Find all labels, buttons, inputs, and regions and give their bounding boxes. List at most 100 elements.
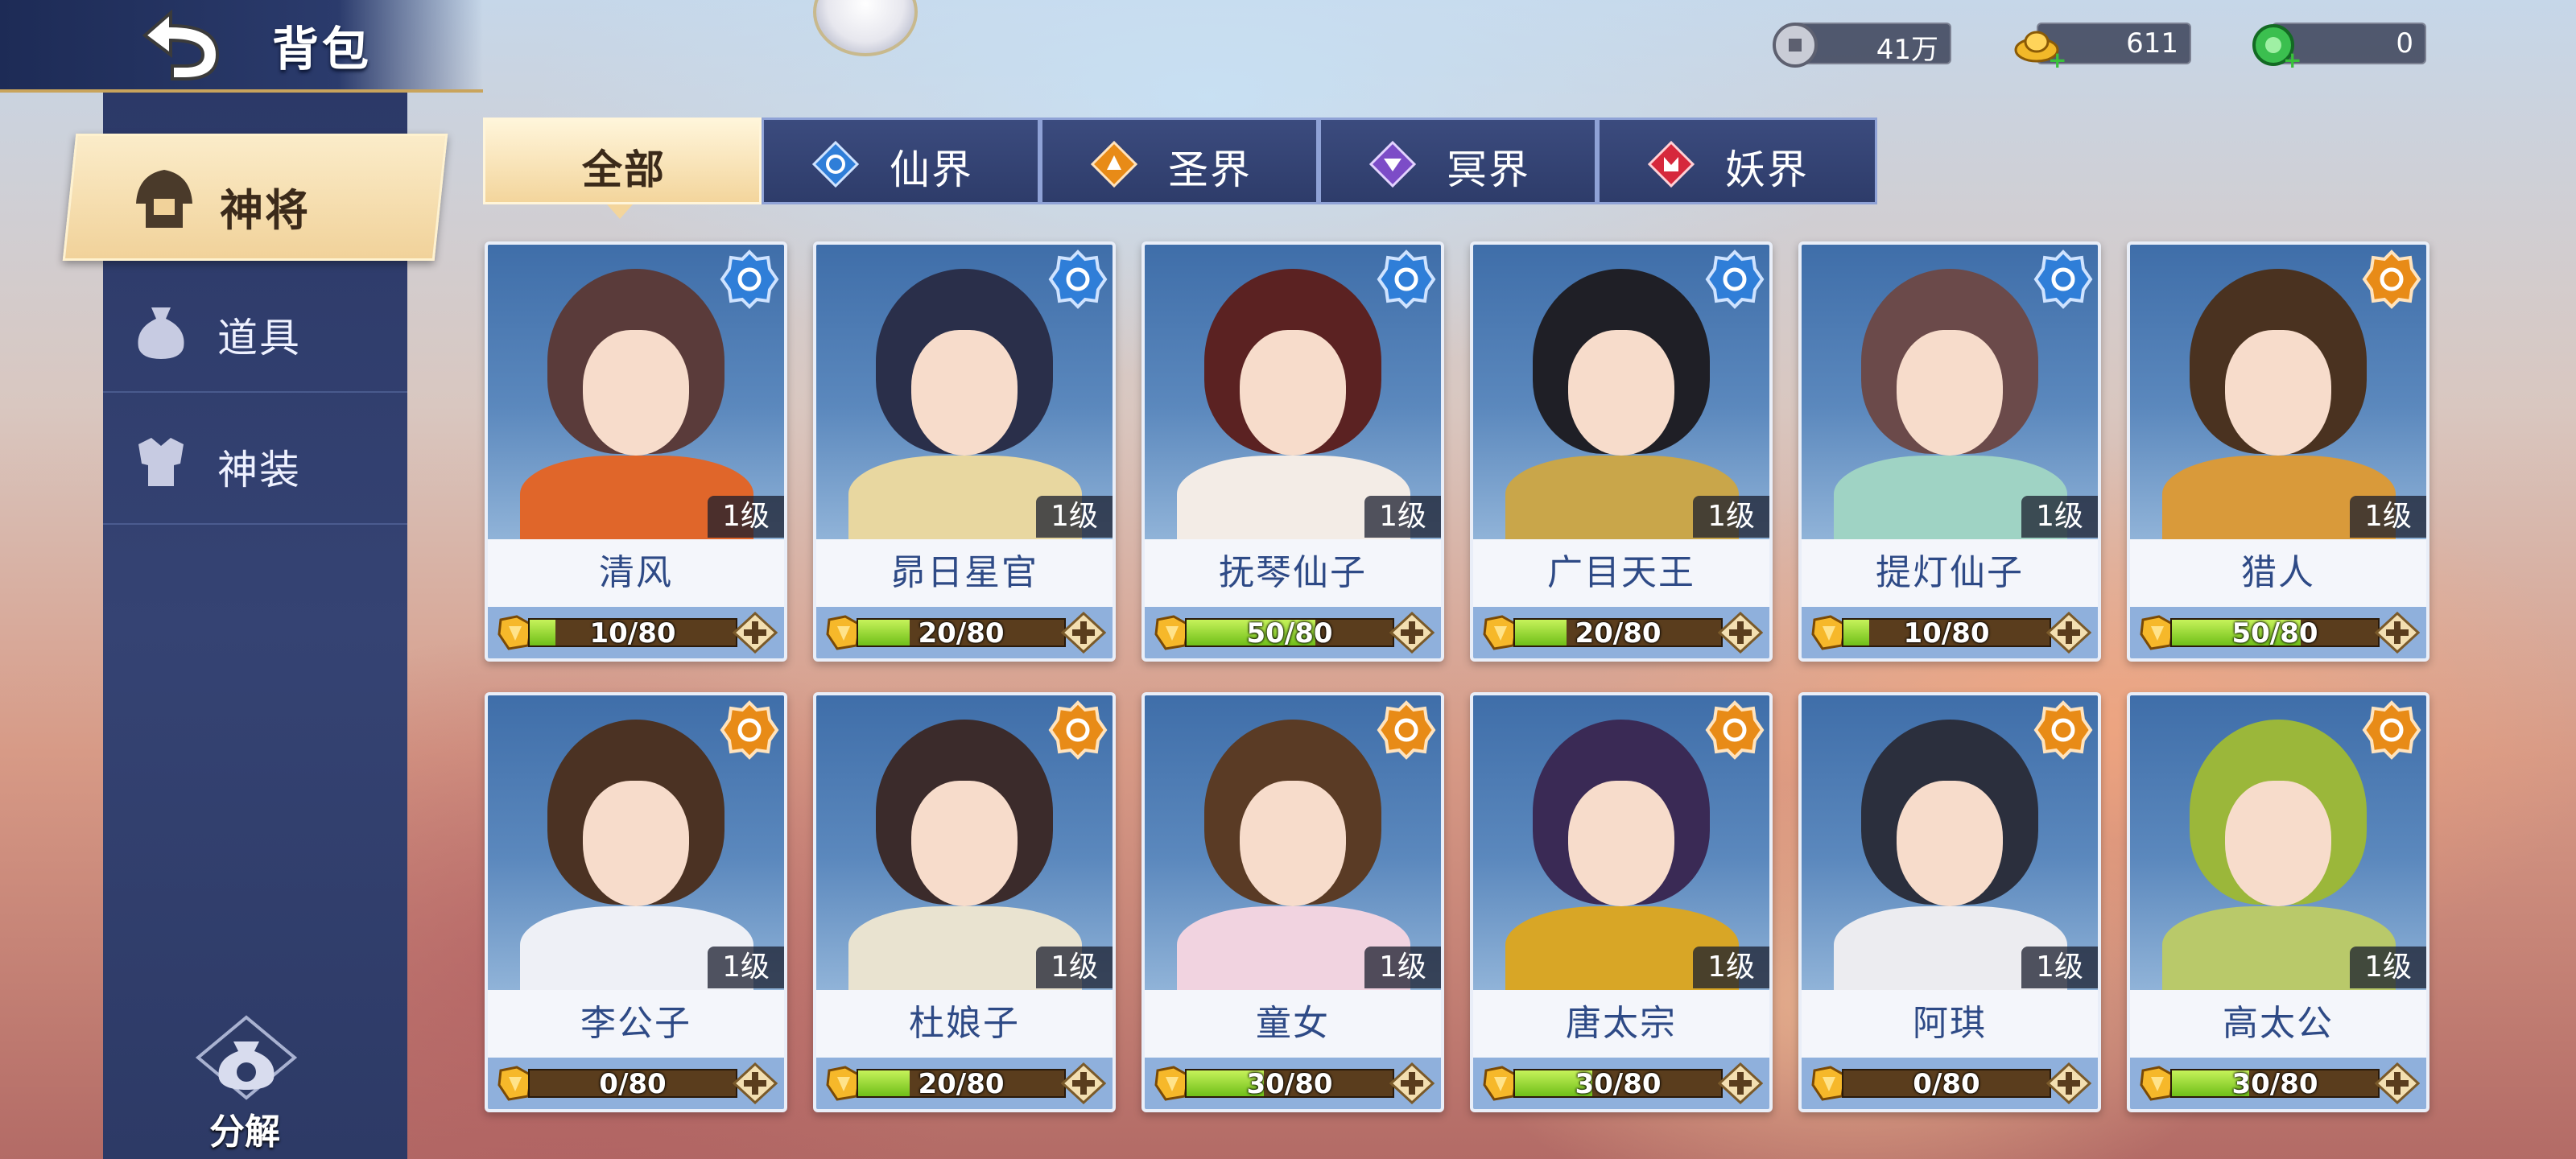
silver-coin-icon [1773, 23, 1818, 68]
shard-progress-row: 30/80 [2130, 1058, 2426, 1109]
svg-text:+: + [2048, 47, 2066, 72]
sidebar-item-armor[interactable]: 神装 [103, 398, 407, 525]
general-portrait: 1级 [488, 245, 784, 552]
tab-label: 妖界 [1725, 146, 1809, 193]
sidebar-item-generals[interactable]: 神将 [62, 134, 448, 261]
general-card[interactable]: 1级 提灯仙子 10/80 [1798, 241, 2101, 662]
shard-progress-row: 20/80 [816, 1058, 1113, 1109]
general-name: 抚琴仙子 [1145, 539, 1441, 607]
level-badge: 1级 [1364, 496, 1441, 538]
general-card[interactable]: 1级 抚琴仙子 50/80 [1141, 241, 1444, 662]
level-badge: 1级 [2350, 496, 2426, 538]
portrait-face [583, 330, 689, 456]
general-portrait: 1级 [816, 695, 1113, 1003]
back-arrow-icon[interactable] [129, 5, 233, 85]
currency-jade[interactable]: + 0 [2252, 23, 2426, 72]
shard-progress-bar: 10/80 [528, 617, 737, 650]
add-shard-plus-icon[interactable] [733, 1062, 778, 1104]
xian-faction-icon [2033, 250, 2093, 309]
xian-realm-icon [812, 141, 859, 188]
shard-progress-row: 50/80 [2130, 607, 2426, 658]
shard-progress-text: 50/80 [1246, 617, 1333, 650]
general-card[interactable]: 1级 昴日星官 20/80 [813, 241, 1116, 662]
general-name: 李公子 [488, 990, 784, 1058]
sheng-faction-icon [1048, 700, 1108, 760]
add-shard-plus-icon[interactable] [1061, 612, 1106, 654]
general-card[interactable]: 1级 李公子 0/80 [485, 692, 787, 1112]
shard-progress-text: 30/80 [1246, 1068, 1333, 1100]
add-shard-plus-icon[interactable] [1718, 1062, 1763, 1104]
portrait-face [1897, 781, 2003, 906]
decompose-button[interactable]: 分解 [182, 1014, 311, 1153]
ming-realm-icon [1369, 141, 1416, 188]
jade-dragon-icon: + [2252, 24, 2301, 72]
general-card[interactable]: 1级 杜娘子 20/80 [813, 692, 1116, 1112]
sidebar-item-label: 道具 [217, 315, 301, 361]
general-name: 提灯仙子 [1802, 539, 2098, 607]
yao-realm-icon [1648, 141, 1695, 188]
general-helmet-icon [136, 170, 192, 228]
tab-ming[interactable]: 冥界 [1319, 118, 1597, 204]
add-shard-plus-icon[interactable] [1061, 1062, 1106, 1104]
add-shard-plus-icon[interactable] [1718, 612, 1763, 654]
sheng-faction-icon [720, 700, 779, 760]
xian-faction-icon [1048, 250, 1108, 309]
sheng-faction-icon [1377, 700, 1436, 760]
shard-progress-text: 10/80 [589, 617, 676, 650]
tab-sheng[interactable]: 圣界 [1040, 118, 1319, 204]
shard-progress-text: 20/80 [1575, 617, 1662, 650]
shard-progress-text: 0/80 [1913, 1068, 1980, 1100]
tab-all[interactable]: 全部 [483, 118, 762, 204]
add-shard-plus-icon[interactable] [1389, 1062, 1435, 1104]
shard-progress-bar: 0/80 [528, 1068, 737, 1100]
level-badge: 1级 [2021, 496, 2098, 538]
currency-gold-value: 611 [2126, 27, 2178, 60]
general-card[interactable]: 1级 广目天王 20/80 [1470, 241, 1773, 662]
xian-faction-icon [1705, 250, 1765, 309]
currency-gold[interactable]: + 611 [2014, 23, 2191, 72]
shard-progress-bar: 30/80 [2170, 1068, 2380, 1100]
portrait-face [2225, 330, 2331, 456]
level-badge: 1级 [1036, 947, 1113, 988]
currency-jade-value: 0 [2396, 27, 2413, 60]
general-card[interactable]: 1级 唐太宗 30/80 [1470, 692, 1773, 1112]
sheng-faction-icon [2033, 700, 2093, 760]
level-badge: 1级 [708, 947, 784, 988]
sidebar-item-label: 神装 [217, 447, 301, 493]
general-portrait: 1级 [488, 695, 784, 1003]
shard-progress-bar: 30/80 [1185, 1068, 1394, 1100]
tab-label: 圣界 [1168, 146, 1252, 193]
general-name: 昴日星官 [816, 539, 1113, 607]
general-name: 唐太宗 [1473, 990, 1769, 1058]
add-shard-plus-icon[interactable] [2046, 1062, 2091, 1104]
shard-progress-bar: 20/80 [1513, 617, 1723, 650]
armor-icon [138, 438, 184, 486]
add-shard-plus-icon[interactable] [733, 612, 778, 654]
shard-progress-bar: 50/80 [1185, 617, 1394, 650]
add-shard-plus-icon[interactable] [1389, 612, 1435, 654]
shard-progress-bar: 50/80 [2170, 617, 2380, 650]
general-card[interactable]: 1级 猎人 50/80 [2127, 241, 2429, 662]
general-card[interactable]: 1级 清风 10/80 [485, 241, 787, 662]
general-card[interactable]: 1级 阿琪 0/80 [1798, 692, 2101, 1112]
tab-yao[interactable]: 妖界 [1597, 118, 1877, 204]
faction-tabs: 全部 仙界 圣界 冥界 妖界 [483, 118, 1877, 204]
level-badge: 1级 [1036, 496, 1113, 538]
general-name: 清风 [488, 539, 784, 607]
tab-label: 仙界 [890, 146, 973, 193]
shard-progress-row: 50/80 [1145, 607, 1441, 658]
shard-progress-text: 10/80 [1903, 617, 1990, 650]
add-shard-plus-icon[interactable] [2375, 612, 2420, 654]
shard-progress-bar: 20/80 [857, 1068, 1066, 1100]
general-portrait: 1级 [2130, 695, 2426, 1003]
general-card[interactable]: 1级 高太公 30/80 [2127, 692, 2429, 1112]
add-shard-plus-icon[interactable] [2046, 612, 2091, 654]
tab-label: 全部 [582, 146, 666, 193]
general-card[interactable]: 1级 童女 30/80 [1141, 692, 1444, 1112]
portrait-face [1240, 330, 1346, 456]
shard-progress-row: 20/80 [1473, 607, 1769, 658]
level-badge: 1级 [2350, 947, 2426, 988]
sidebar-item-items[interactable]: 道具 [103, 266, 407, 393]
tab-xian[interactable]: 仙界 [762, 118, 1040, 204]
add-shard-plus-icon[interactable] [2375, 1062, 2420, 1104]
